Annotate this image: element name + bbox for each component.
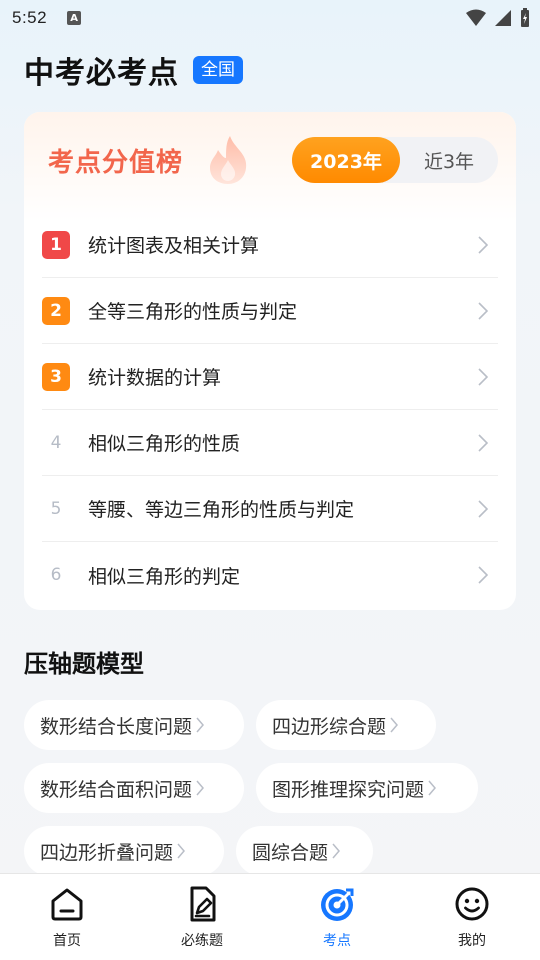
status-bar: 5:52 A [0,0,540,36]
nav-label: 考点 [323,933,351,949]
ranking-item[interactable]: 4 相似三角形的性质 [42,410,498,476]
model-chip[interactable]: 圆综合题 [236,826,373,876]
chip-label: 四边形折叠问题 [40,841,174,864]
status-time: 5:52 [12,8,48,27]
chevron-right-icon [478,368,488,386]
ranking-item[interactable]: 1 统计图表及相关计算 [42,212,498,278]
rank-number: 5 [50,498,62,519]
ranking-list: 1 统计图表及相关计算 2 全等三角形的性质与判定 3 统计数据的计算 4 相似… [42,212,498,608]
edit-document-icon [190,886,216,922]
chevron-right-icon [196,780,205,796]
nav-label: 必练题 [181,933,223,949]
chevron-right-icon [177,843,186,859]
chip-label: 图形推理探究问题 [272,778,425,801]
chevron-right-icon [390,717,399,733]
notification-icon: A [67,11,82,25]
rank-badge: 2 [42,296,70,325]
chevron-right-icon [332,843,341,859]
flame-icon [210,136,247,184]
ranking-item-label: 等腰、等边三角形的性质与判定 [88,499,355,521]
chevron-right-icon [478,566,488,584]
wifi-icon [466,9,486,26]
ranking-item-label: 相似三角形的性质 [88,433,241,455]
chevron-right-icon [478,236,488,254]
tab-last-3-years[interactable]: 近3年 [400,137,498,183]
smiley-icon [455,887,489,921]
model-chip[interactable]: 图形推理探究问题 [256,763,478,813]
nav-label: 我的 [458,933,486,949]
nav-item-key-points[interactable]: 考点 [287,874,387,951]
ranking-item-label: 统计图表及相关计算 [88,235,260,257]
chevron-right-icon [478,434,488,452]
ranking-item[interactable]: 2 全等三角形的性质与判定 [42,278,498,344]
chevron-right-icon [478,302,488,320]
status-icons [466,8,530,28]
target-icon [321,888,354,921]
model-chip[interactable]: 四边形折叠问题 [24,826,224,876]
ranking-item-label: 相似三角形的判定 [88,565,241,588]
home-icon [51,888,83,921]
chevron-right-icon [428,780,437,796]
nav-label: 首页 [53,933,81,949]
ranking-item[interactable]: 3 统计数据的计算 [42,344,498,410]
model-chip[interactable]: 数形结合面积问题 [24,763,244,813]
rank-badge: 1 [42,230,70,259]
model-chip[interactable]: 数形结合长度问题 [24,700,244,750]
chevron-right-icon [196,717,205,733]
chip-label: 四边形综合题 [272,715,387,738]
model-chip[interactable]: 四边形综合题 [256,700,436,750]
ranking-item-label: 全等三角形的性质与判定 [88,301,298,323]
ranking-item[interactable]: 6 相似三角形的判定 [42,542,498,608]
nav-item-practice[interactable]: 必练题 [152,874,252,951]
rank-number: 4 [50,432,62,453]
system-navigation-bar [0,950,540,960]
battery-icon [521,8,529,27]
ranking-item[interactable]: 5 等腰、等边三角形的性质与判定 [42,476,498,542]
year-toggle: 2023年 近3年 [292,137,498,183]
score-ranking-card: 考点分值榜 2023年 近3年 1 统计图表及相关计算 2 全等三角形的性质与判… [24,112,516,610]
rank-number: 6 [50,565,62,585]
ranking-item-label: 统计数据的计算 [88,367,222,389]
bottom-navigation: 首页 必练题 考点 我的 [0,873,540,950]
signal-icon [495,10,511,26]
section-title: 压轴题模型 [24,650,144,678]
chevron-right-icon [478,500,488,518]
page: 5:52 A 中考必考点 全国 考点分值榜 2023年 近3年 1 统计图表及相… [0,0,540,960]
rank-badge: 3 [42,362,70,391]
tab-2023[interactable]: 2023年 [292,137,400,183]
header: 中考必考点 全国 [24,48,243,92]
page-title: 中考必考点 [24,56,179,91]
nav-item-profile[interactable]: 我的 [422,874,522,951]
chip-label: 圆综合题 [252,841,329,864]
ranking-title: 考点分值榜 [48,148,184,178]
chip-label: 数形结合面积问题 [40,778,193,801]
nav-item-home[interactable]: 首页 [17,874,117,951]
chip-label: 数形结合长度问题 [40,715,193,738]
region-selector-button[interactable]: 全国 [193,56,243,84]
